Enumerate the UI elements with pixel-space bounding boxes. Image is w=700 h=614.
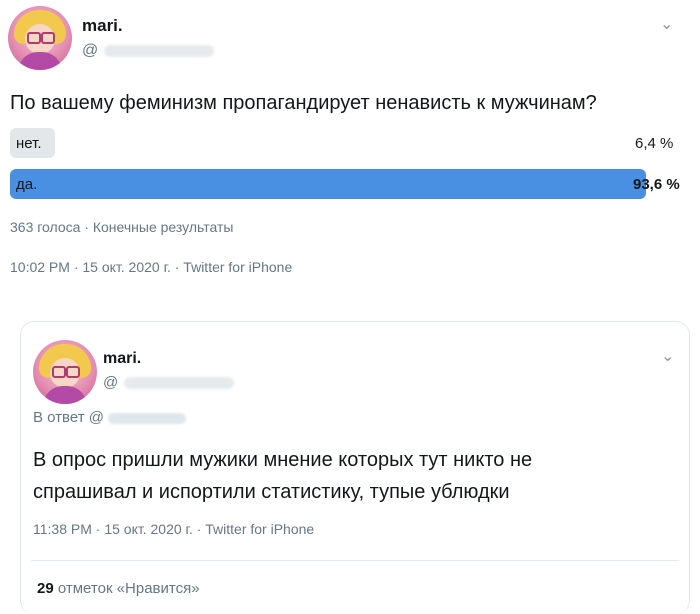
main-tweet: mari. @ ⌄ По вашему феминизм пропагандир… [0, 0, 700, 300]
author-name[interactable]: mari. [82, 16, 123, 36]
author-handle[interactable]: @ [82, 42, 215, 60]
blurred-handle [124, 377, 235, 390]
reply-to[interactable]: В ответ @ [33, 409, 186, 426]
avatar[interactable] [33, 340, 97, 404]
author-handle[interactable]: @ [103, 374, 235, 391]
quoted-tweet-card[interactable]: mari. @ ⌄ В ответ @ В опрос пришли мужик… [20, 321, 690, 614]
poll-summary: 363 голоса · Конечные результаты [10, 219, 234, 235]
poll-question: По вашему феминизм пропагандирует ненави… [10, 92, 597, 114]
timestamp[interactable]: 11:38 PM · 15 окт. 2020 г. · Twitter for… [33, 521, 314, 537]
tweet-text-line-1: В опрос пришли мужики мнение которых тут… [33, 449, 533, 471]
avatar[interactable] [8, 6, 72, 70]
author-name[interactable]: mari. [103, 350, 141, 368]
chevron-down-icon[interactable]: ⌄ [660, 14, 673, 34]
poll-option-percent: 93,6 % [633, 176, 680, 193]
chevron-down-icon[interactable]: ⌄ [661, 346, 674, 366]
poll-option-percent: 6,4 % [635, 135, 674, 152]
blurred-handle [107, 412, 186, 424]
tweet-text-line-2: спрашивал и испортили статистику, тупые … [33, 481, 510, 503]
poll-option-label: да. [16, 176, 38, 193]
divider [31, 560, 679, 561]
likes-count[interactable]: 29 отметок «Нравится» [37, 580, 200, 597]
timestamp[interactable]: 10:02 PM · 15 окт. 2020 г. · Twitter for… [10, 259, 292, 275]
poll-bar [10, 169, 646, 199]
blurred-handle [104, 44, 215, 57]
poll-option-net: нет. 6,4 % [10, 128, 690, 158]
poll-option-da: да. 93,6 % [10, 169, 690, 199]
poll-option-label: нет. [16, 135, 42, 152]
